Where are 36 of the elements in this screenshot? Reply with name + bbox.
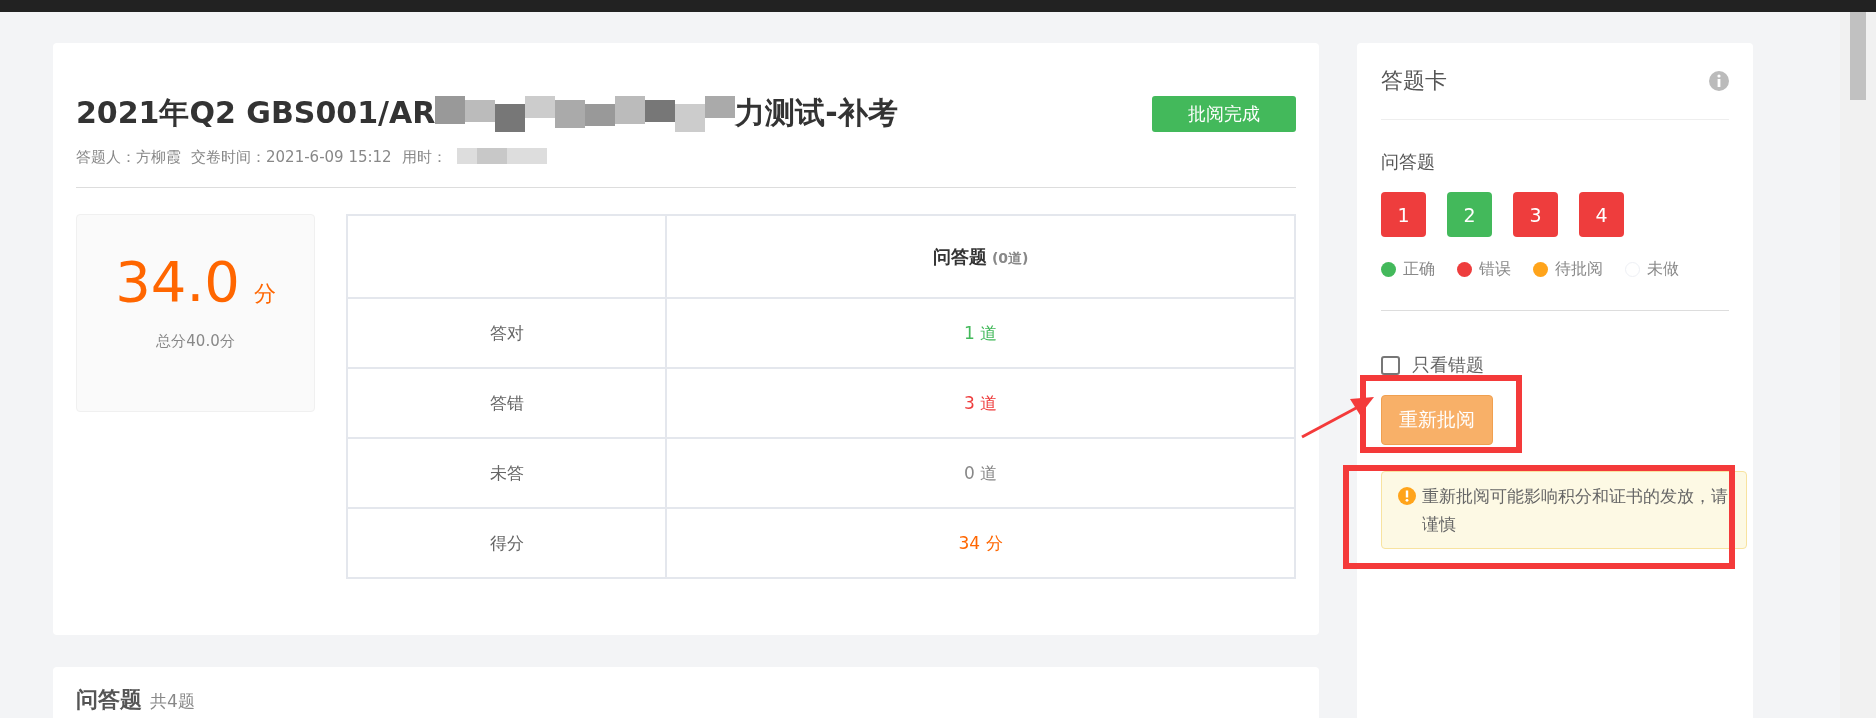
warning-text: 重新批阅可能影响积分和证书的发放，请谨慎 [1422, 485, 1729, 536]
question-button[interactable]: 2 [1447, 192, 1492, 237]
table-cell: 3 道 [666, 368, 1295, 438]
table-cell: 答错 [347, 368, 666, 438]
table-header: 问答题 (0道) [666, 215, 1295, 298]
section-label: 问答题 [1381, 150, 1436, 174]
legend-label: 错误 [1479, 259, 1511, 280]
legend-label: 正确 [1403, 259, 1435, 280]
status-badge: 批阅完成 [1152, 95, 1296, 132]
question-button[interactable]: 1 [1381, 192, 1426, 237]
answerer-text: 答题人：方柳霞 [76, 148, 181, 167]
exam-title: 2021年Q2 GBS001/AR [76, 94, 436, 132]
section-title: 问答题 [76, 686, 142, 714]
table-cell: 得分 [347, 508, 666, 578]
question-button[interactable]: 4 [1579, 192, 1624, 237]
question-button[interactable]: 3 [1513, 192, 1558, 237]
total-score: 总分40.0分 [156, 332, 235, 351]
table-cell: 1 道 [666, 298, 1295, 368]
question-count: 共4题 [150, 690, 195, 713]
score-unit: 分 [253, 280, 276, 308]
checkbox[interactable] [1381, 355, 1400, 375]
warning-icon [1398, 487, 1416, 505]
panel-title: 答题卡 [1381, 67, 1447, 95]
table-cell: 未答 [347, 438, 666, 508]
duration-label: 用时： [401, 148, 447, 167]
table-cell: 0 道 [666, 438, 1295, 508]
score-value: 34.0 [115, 249, 240, 314]
info-icon[interactable] [1709, 71, 1729, 91]
scrollbar-thumb[interactable] [1850, 12, 1866, 100]
exam-title-end: 力测试-补考 [735, 94, 898, 132]
checkbox-label: 只看错题 [1412, 353, 1484, 377]
table-cell: 答对 [347, 298, 666, 368]
legend-label: 未做 [1647, 259, 1679, 280]
table-cell: 34 分 [666, 508, 1295, 578]
legend-label: 待批阅 [1555, 259, 1603, 280]
submit-time-text: 交卷时间：2021-6-09 15:12 [191, 148, 392, 167]
